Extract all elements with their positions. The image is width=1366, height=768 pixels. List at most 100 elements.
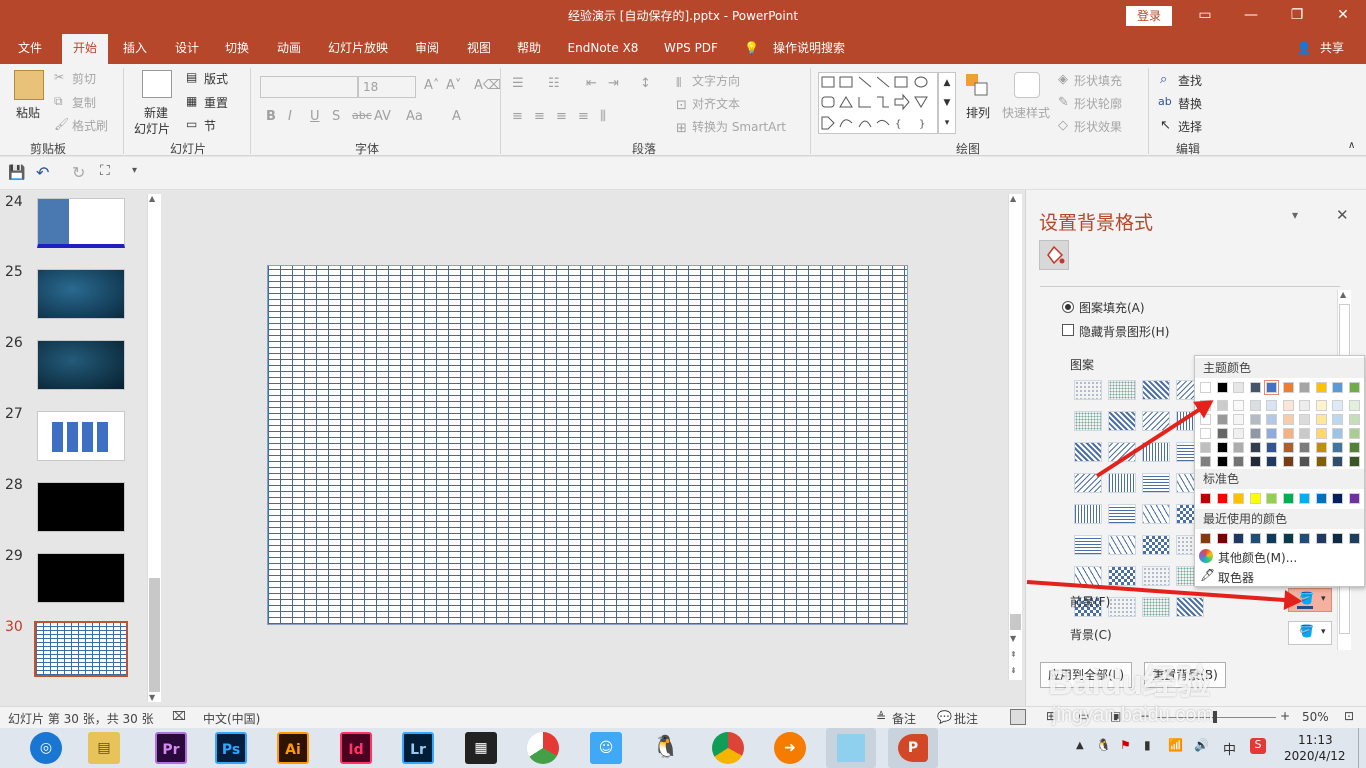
tab-transitions[interactable]: 切换 — [216, 32, 258, 64]
browser2-icon[interactable]: ➜ — [774, 732, 806, 764]
numbering-icon[interactable]: ☷ — [548, 76, 560, 91]
close-icon[interactable]: ✕ — [1320, 0, 1366, 32]
pattern-fill-radio[interactable] — [1062, 301, 1074, 313]
arrange-icon[interactable] — [964, 72, 990, 98]
theme-color-shade[interactable] — [1233, 414, 1244, 425]
theme-color-shade[interactable] — [1216, 428, 1228, 439]
font-name-combo[interactable] — [260, 76, 358, 98]
bold-icon[interactable]: B — [266, 109, 276, 124]
shrink-font-icon[interactable]: A˅ — [446, 78, 461, 93]
tab-endnote[interactable]: EndNote X8 — [562, 32, 644, 64]
show-desktop-button[interactable] — [1358, 728, 1366, 768]
slide-thumbnail[interactable] — [37, 269, 125, 319]
login-button[interactable]: 登录 — [1126, 6, 1172, 26]
format-painter-button[interactable]: 格式刷 — [72, 117, 108, 134]
theme-color-shade[interactable] — [1233, 442, 1244, 453]
justify-icon[interactable]: ≡ — [578, 109, 589, 124]
theme-color-shade[interactable] — [1332, 442, 1343, 453]
theme-color-shade[interactable] — [1332, 456, 1343, 467]
restore-icon[interactable]: ❐ — [1274, 0, 1320, 32]
lightroom-icon[interactable]: Lr — [402, 732, 434, 764]
standard-color-swatch[interactable] — [1315, 493, 1327, 504]
new-slide-label-2[interactable]: 幻灯片 — [134, 120, 170, 137]
recent-color-swatch[interactable] — [1266, 533, 1277, 544]
theme-color-shade[interactable] — [1266, 414, 1277, 425]
tray-flag-icon[interactable]: ⚑ — [1120, 738, 1131, 752]
shape-effects-button[interactable]: 形状效果 — [1074, 118, 1122, 135]
shape-outline-button[interactable]: 形状轮廓 — [1074, 95, 1122, 112]
tab-wps-pdf[interactable]: WPS PDF — [656, 32, 726, 64]
pattern-swatch[interactable] — [1074, 442, 1102, 462]
theme-color-shade[interactable] — [1299, 414, 1310, 425]
zoom-level[interactable]: 50% — [1302, 710, 1329, 724]
recent-color-swatch[interactable] — [1249, 533, 1261, 544]
sogou-icon[interactable]: S — [1250, 738, 1266, 754]
pattern-swatch[interactable] — [1074, 380, 1102, 400]
theme-color-shade[interactable] — [1299, 456, 1310, 467]
standard-color-swatch[interactable] — [1200, 493, 1211, 504]
thumbnails-scrollbar[interactable]: ▲ ▼ — [147, 194, 161, 702]
theme-color-shade[interactable] — [1282, 456, 1294, 467]
theme-color-shade[interactable] — [1315, 400, 1327, 411]
theme-color-shade[interactable] — [1266, 442, 1277, 453]
grow-font-icon[interactable]: A˄ — [424, 78, 439, 93]
pattern-swatch[interactable] — [1108, 597, 1136, 617]
new-slide-label-1[interactable]: 新建 — [144, 104, 168, 121]
decrease-indent-icon[interactable]: ⇤ — [586, 76, 597, 91]
slide-thumbnail[interactable] — [37, 553, 125, 603]
standard-color-swatch[interactable] — [1282, 493, 1294, 504]
pattern-swatch[interactable] — [1142, 566, 1170, 586]
standard-color-swatch[interactable] — [1332, 493, 1343, 504]
bullets-icon[interactable]: ☰ — [512, 76, 524, 91]
shapes-scroll[interactable]: ▲ ▼ ▾ — [938, 72, 956, 134]
theme-color-shade[interactable] — [1216, 400, 1228, 411]
theme-color-swatch[interactable] — [1233, 382, 1244, 393]
strikethrough-icon[interactable]: abc — [352, 109, 372, 122]
illustrator-icon[interactable]: Ai — [277, 732, 309, 764]
clock-time[interactable]: 11:13 — [1298, 733, 1333, 747]
ime-indicator[interactable]: 中 — [1223, 739, 1236, 758]
change-case-icon[interactable]: Aa — [406, 109, 423, 124]
theme-color-shade[interactable] — [1315, 428, 1327, 439]
recent-color-swatch[interactable] — [1200, 533, 1211, 544]
theme-color-swatch[interactable] — [1200, 382, 1211, 393]
theme-color-shade[interactable] — [1216, 414, 1228, 425]
qq-icon[interactable]: 🐧 — [650, 732, 682, 764]
theme-color-shade[interactable] — [1282, 428, 1294, 439]
pattern-swatch[interactable] — [1108, 473, 1136, 493]
recent-color-swatch[interactable] — [1332, 533, 1343, 544]
tab-home[interactable]: 开始 — [62, 34, 108, 64]
pattern-swatch[interactable] — [1142, 380, 1170, 400]
char-spacing-icon[interactable]: AV — [374, 109, 391, 124]
standard-color-swatch[interactable] — [1216, 493, 1228, 504]
theme-color-shade[interactable] — [1233, 400, 1244, 411]
shapes-gallery[interactable]: {} — [818, 72, 938, 134]
theme-color-swatch[interactable] — [1249, 382, 1261, 393]
eyedropper-item[interactable]: 取色器 — [1218, 569, 1254, 586]
theme-color-shade[interactable] — [1282, 442, 1294, 453]
powerpoint-icon[interactable]: P — [888, 728, 938, 768]
tab-slideshow[interactable]: 幻灯片放映 — [322, 32, 394, 64]
zoom-slider-thumb[interactable] — [1213, 711, 1217, 723]
indesign-icon[interactable]: Id — [340, 732, 372, 764]
theme-color-shade[interactable] — [1216, 456, 1228, 467]
standard-color-swatch[interactable] — [1249, 493, 1261, 504]
align-text-button[interactable]: 对齐文本 — [692, 95, 740, 112]
copy-button[interactable]: 复制 — [72, 94, 96, 111]
replace-button[interactable]: 替换 — [1178, 95, 1202, 112]
shape-fill-button[interactable]: 形状填充 — [1074, 72, 1122, 89]
clock-date[interactable]: 2020/4/12 — [1284, 749, 1346, 763]
tab-design[interactable]: 设计 — [166, 32, 208, 64]
save-icon[interactable]: 💾 — [8, 165, 25, 181]
reset-button[interactable]: 重置 — [204, 94, 228, 111]
recent-color-swatch[interactable] — [1315, 533, 1327, 544]
pane-close-icon[interactable]: ✕ — [1336, 206, 1349, 224]
theme-color-shade[interactable] — [1282, 400, 1294, 411]
line-spacing-icon[interactable]: ↕ — [640, 76, 651, 91]
pattern-swatch[interactable] — [1108, 535, 1136, 555]
theme-color-shade[interactable] — [1299, 428, 1310, 439]
arrange-button[interactable]: 排列 — [966, 104, 990, 121]
browser-icon[interactable]: ◎ — [30, 732, 62, 764]
slide-thumbnail-current[interactable] — [34, 621, 128, 677]
theme-color-shade[interactable] — [1348, 456, 1360, 467]
